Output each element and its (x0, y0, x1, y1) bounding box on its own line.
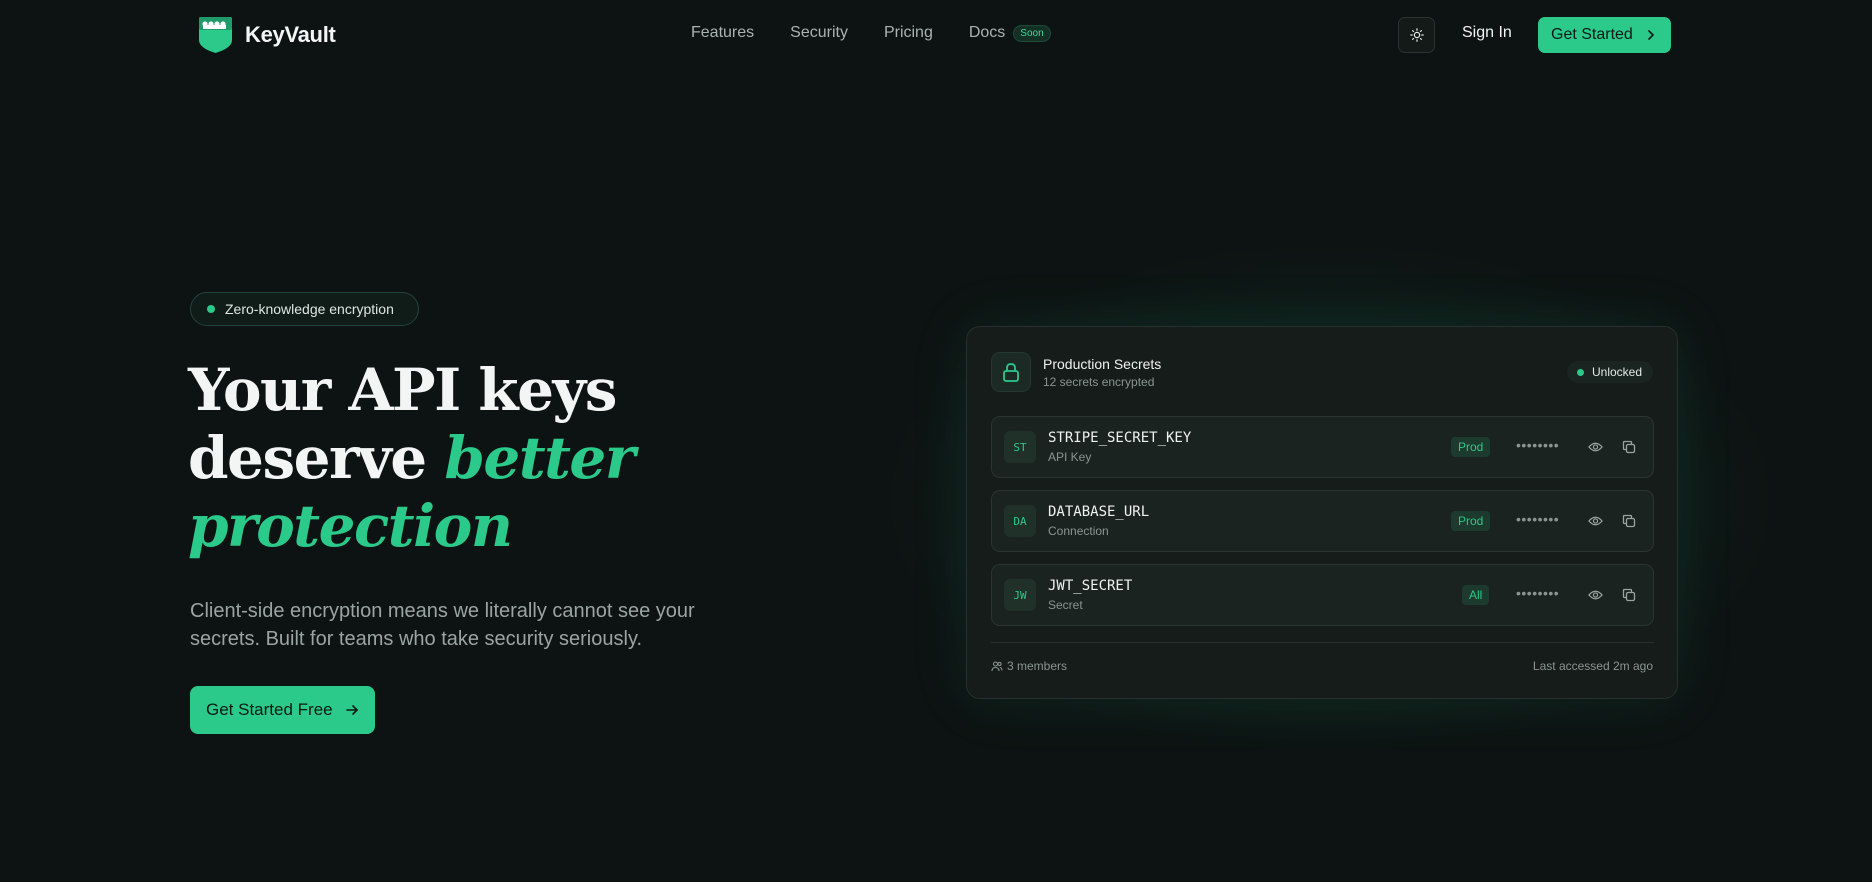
copy-icon (1622, 588, 1636, 602)
status-dot (1577, 368, 1584, 376)
users-icon (991, 661, 1003, 672)
nav-link-docs[interactable]: Docs (969, 24, 1005, 42)
hero-subtext: Client-side encryption means we literall… (190, 600, 695, 650)
secret-initials: JW (1004, 579, 1036, 611)
copy-button[interactable] (1620, 512, 1638, 530)
nav-link-pricing[interactable]: Pricing (884, 24, 933, 42)
chevron-right-icon (1648, 30, 1654, 40)
get-started-free-button[interactable]: Get Started Free (190, 686, 375, 734)
nav-link-security[interactable]: Security (790, 24, 848, 42)
lock-icon (1003, 363, 1019, 382)
headline-accent-protection: protection (188, 492, 513, 560)
secret-name: JWT_SECRET (1048, 578, 1133, 594)
pill-label: Zero-knowledge encryption (225, 301, 394, 317)
masked-value: •••••••• (1516, 511, 1560, 527)
secrets-card: Production Secrets 12 secrets encrypted … (966, 326, 1678, 699)
nav-links: Features Security Pricing Docs Soon (691, 24, 1051, 42)
status-label: Unlocked (1592, 365, 1643, 379)
secret-type: Secret (1048, 598, 1083, 612)
masked-value: •••••••• (1516, 585, 1560, 601)
secret-initials: ST (1004, 431, 1036, 463)
env-badge: Prod (1451, 437, 1491, 457)
lock-badge (991, 352, 1031, 392)
cta-label: Get Started Free (206, 700, 333, 719)
copy-button[interactable] (1620, 438, 1638, 456)
secret-row[interactable]: JW JWT_SECRET Secret All •••••••• (991, 564, 1654, 626)
env-badge: Prod (1451, 511, 1491, 531)
headline-line-1: Your API keys (188, 356, 617, 424)
card-title: Production Secrets (1043, 356, 1162, 372)
secret-type: Connection (1048, 524, 1109, 538)
shield-logo-icon (199, 17, 232, 53)
page: KeyVault Features Security Pricing Docs … (0, 0, 1872, 882)
nav-link-features[interactable]: Features (691, 24, 754, 42)
reveal-button[interactable] (1586, 512, 1604, 530)
reveal-button[interactable] (1586, 586, 1604, 604)
secret-name: STRIPE_SECRET_KEY (1048, 430, 1192, 446)
unlocked-status-badge: Unlocked (1567, 361, 1653, 383)
eye-icon (1587, 516, 1603, 526)
secret-row[interactable]: ST STRIPE_SECRET_KEY API Key Prod ••••••… (991, 416, 1654, 478)
secret-initials: DA (1004, 505, 1036, 537)
brand-name: KeyVault (245, 22, 336, 47)
secret-type: API Key (1048, 450, 1092, 464)
sign-in-link[interactable]: Sign In (1462, 24, 1512, 42)
copy-icon (1622, 440, 1636, 454)
hero-headline: Your API keys deserve better protection (188, 356, 748, 560)
theme-toggle-button[interactable] (1398, 17, 1435, 53)
card-divider (991, 642, 1654, 643)
get-started-label: Get Started (1551, 26, 1633, 43)
reveal-button[interactable] (1586, 438, 1604, 456)
env-badge: All (1462, 585, 1490, 605)
top-nav: KeyVault Features Security Pricing Docs … (0, 0, 1872, 70)
brand-logo[interactable]: KeyVault (197, 16, 336, 54)
docs-soon-badge: Soon (1013, 24, 1051, 42)
secret-name: DATABASE_URL (1048, 504, 1150, 520)
members-label: 3 members (1007, 659, 1068, 673)
card-subtitle: 12 secrets encrypted (1043, 375, 1155, 389)
copy-button[interactable] (1620, 586, 1638, 604)
arrow-right-icon (346, 705, 358, 715)
masked-value: •••••••• (1516, 437, 1560, 453)
status-dot (207, 305, 215, 313)
sun-icon (1409, 28, 1424, 42)
eye-icon (1587, 590, 1603, 600)
copy-icon (1622, 514, 1636, 528)
headline-line-2: deserve (188, 424, 445, 492)
last-accessed: Last accessed 2m ago (1532, 659, 1653, 673)
encryption-pill: Zero-knowledge encryption (190, 292, 419, 326)
eye-icon (1587, 442, 1603, 452)
secret-row[interactable]: DA DATABASE_URL Connection Prod •••••••• (991, 490, 1654, 552)
members-count: 3 members (991, 659, 1067, 673)
get-started-button[interactable]: Get Started (1538, 17, 1671, 53)
headline-accent-better: better (444, 424, 635, 492)
